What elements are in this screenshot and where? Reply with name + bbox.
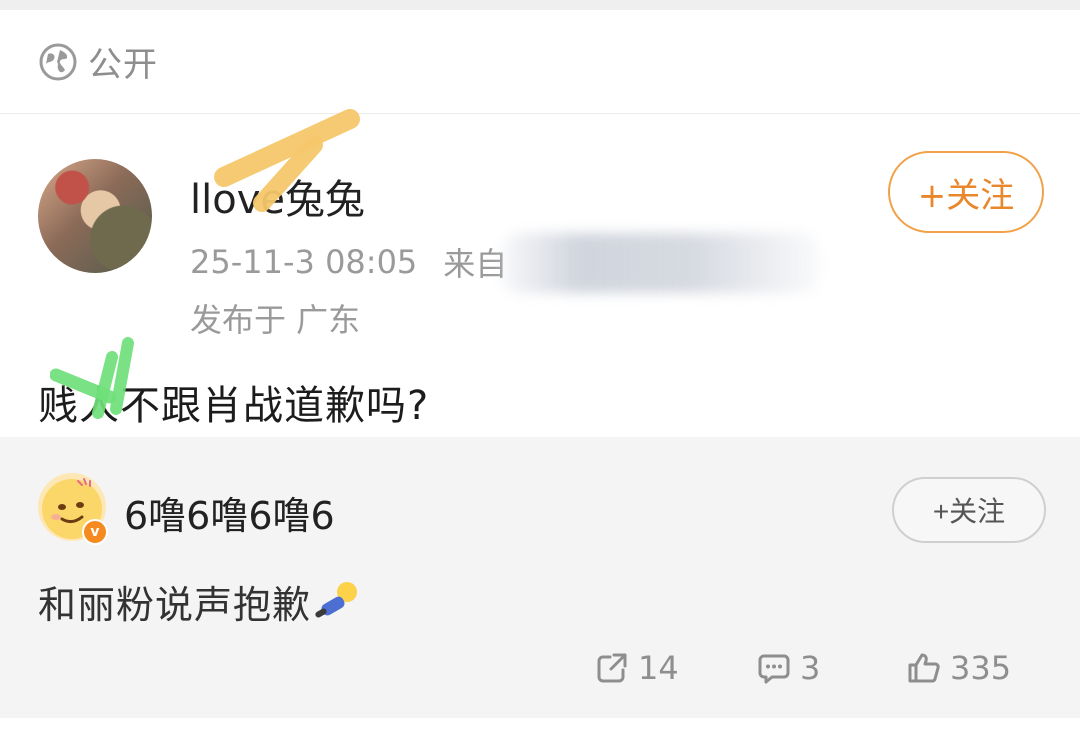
lying-figure-emoji-icon (315, 581, 358, 617)
post-timestamp: 25-11-3 08:05 (190, 243, 418, 281)
avatar[interactable] (38, 159, 152, 273)
post-source-prefix: 来自 (443, 245, 508, 283)
top-divider (0, 0, 1080, 10)
repost-follow-button[interactable]: +关注 (892, 477, 1046, 543)
follow-button[interactable]: +关注 (888, 151, 1044, 233)
post-meta: 25-11-3 08:05 来自 (190, 239, 507, 285)
weibo-post-page: 公开 llove兔兔 25-11-3 08:05 来自 发布于 广东 +关注 贱… (0, 0, 1080, 748)
action-bar: 14 3 335 (0, 649, 1080, 699)
visibility-row: 公开 (0, 10, 1080, 114)
redaction-scribble (214, 109, 360, 212)
verified-badge-icon: v (82, 519, 108, 545)
globe-icon (39, 43, 77, 80)
share-icon (597, 653, 627, 683)
blurred-source (500, 233, 820, 293)
redaction-scribble-green (50, 337, 134, 419)
repost-count: 14 (638, 649, 679, 687)
visibility-label: 公开 (88, 45, 158, 85)
repost-text: 和丽粉说声抱歉 (38, 583, 312, 627)
thumbs-up-icon (908, 653, 940, 683)
main-post: llove兔兔 25-11-3 08:05 来自 发布于 广东 +关注 贱人不跟… (0, 109, 1080, 437)
post-location: 发布于 广东 (190, 301, 361, 339)
comment-action[interactable]: 3 (756, 649, 820, 687)
comment-count: 3 (800, 649, 821, 687)
bottom-spacer (0, 718, 1080, 748)
repost-block[interactable]: v 6噜6噜6噜6 +关注 和丽粉说声抱歉 14 3 335 (0, 437, 1080, 718)
repost-action[interactable]: 14 (594, 649, 679, 687)
comment-icon (758, 654, 790, 684)
repost-username[interactable]: 6噜6噜6噜6 (124, 485, 335, 540)
like-action[interactable]: 335 (906, 649, 1011, 687)
like-count: 335 (950, 649, 1012, 687)
repost-content: 和丽粉说声抱歉 (38, 574, 361, 629)
